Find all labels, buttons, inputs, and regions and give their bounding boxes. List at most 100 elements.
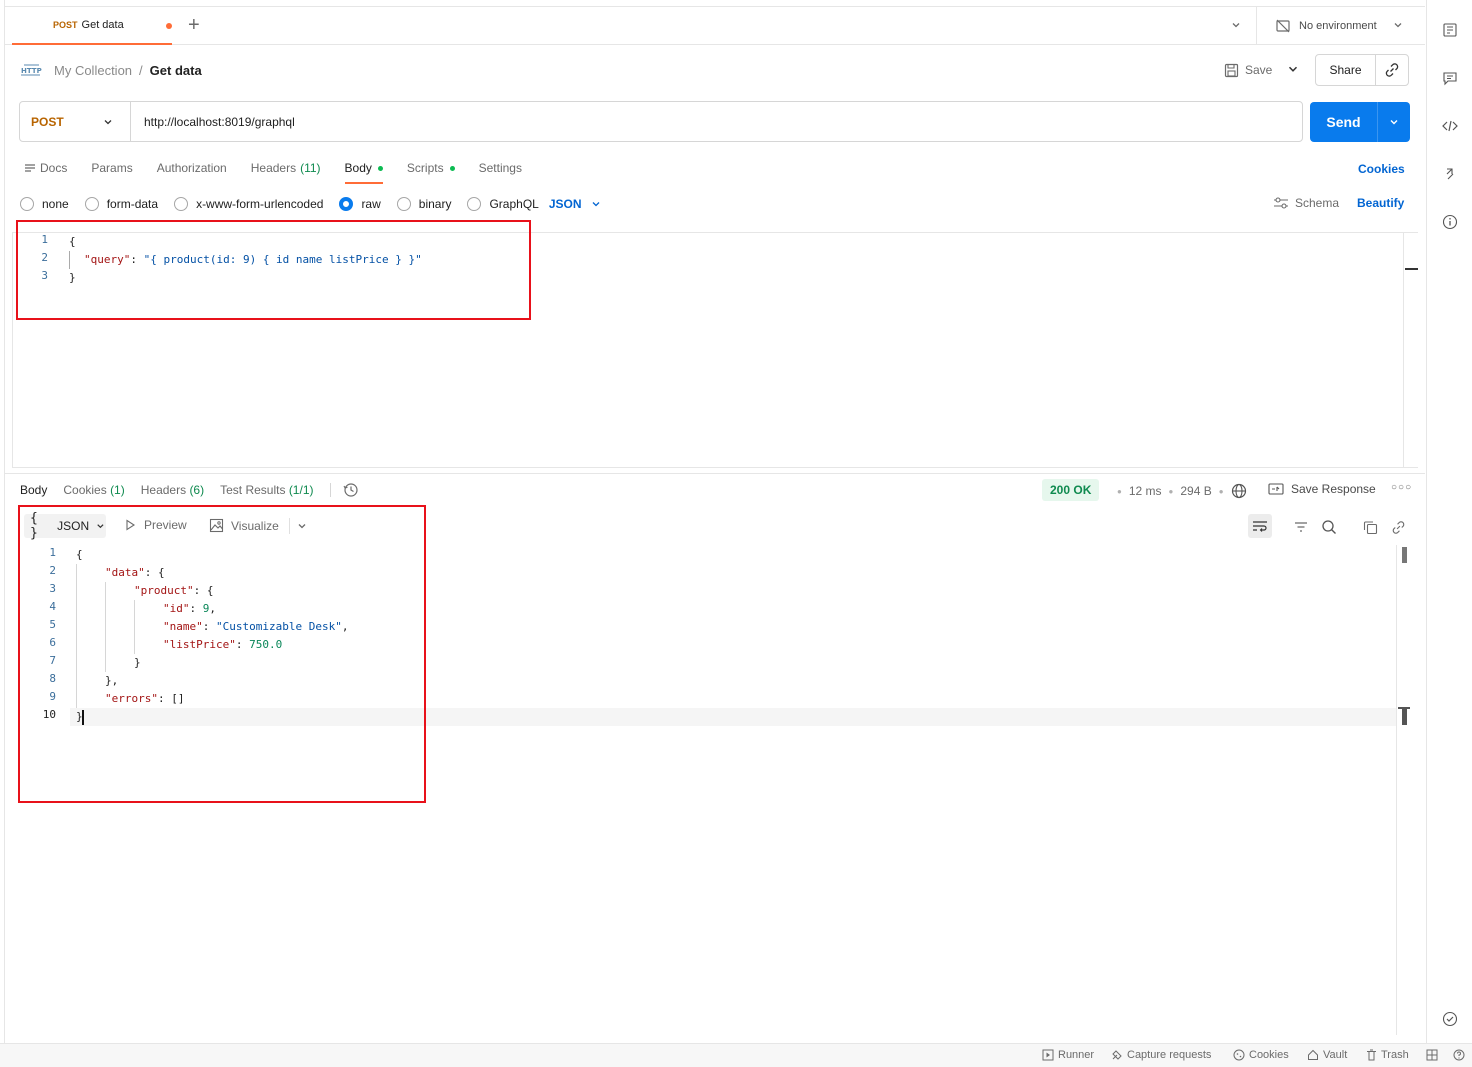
breadcrumb-collection[interactable]: My Collection	[54, 63, 132, 78]
new-tab-plus-icon[interactable]: +	[188, 15, 200, 35]
rs-comments-button[interactable]	[1440, 68, 1460, 88]
layout-icon	[1426, 1049, 1438, 1061]
send-button[interactable]: Send	[1310, 102, 1378, 142]
sliders-icon	[1274, 197, 1288, 209]
save-response-label: Save Response	[1291, 482, 1376, 496]
response-tabs: Body Cookies (1) Headers (6) Test Result…	[20, 482, 359, 498]
tab-authorization[interactable]: Authorization	[157, 156, 227, 180]
raw-format-chevron-down-icon	[592, 202, 599, 207]
save-label: Save	[1245, 63, 1273, 77]
runner-button[interactable]: Runner	[1042, 1049, 1094, 1061]
radio-binary-label: binary	[418, 197, 452, 211]
rs-info-button[interactable]	[1440, 212, 1460, 232]
history-icon[interactable]	[343, 482, 359, 498]
radio-urlencoded[interactable]: x-www-form-urlencoded	[174, 197, 323, 211]
scrollbar-marker	[1405, 268, 1418, 270]
layout-toggle-button[interactable]	[1426, 1049, 1442, 1061]
dot-separator: ●	[1218, 486, 1224, 496]
scrollbar-thumb[interactable]	[1402, 547, 1407, 563]
status-badge[interactable]: 200 OK	[1042, 479, 1100, 501]
copy-button[interactable]	[1359, 516, 1381, 538]
body-type-selector: none form-data x-www-form-urlencoded raw…	[20, 194, 602, 214]
copy-link-response-button[interactable]	[1387, 516, 1409, 538]
share-button[interactable]: Share	[1316, 55, 1376, 85]
bootcamp-icon	[1442, 1011, 1458, 1027]
tab-scripts[interactable]: Scripts	[407, 156, 455, 180]
separator	[329, 483, 331, 497]
cookies-link[interactable]: Cookies	[1358, 162, 1405, 176]
capture-requests-button[interactable]: Capture requests	[1111, 1049, 1211, 1061]
rs-documentation-button[interactable]	[1440, 20, 1460, 40]
radio-form-data[interactable]: form-data	[84, 197, 158, 211]
resp-tab-headers[interactable]: Headers (6)	[141, 483, 204, 497]
rs-bootcamp-button[interactable]	[1440, 1009, 1460, 1029]
resp-tab-cookies[interactable]: Cookies (1)	[63, 483, 124, 497]
status-bar: Runner Capture requests Cookies Vault Tr…	[0, 1043, 1472, 1067]
response-editor-scrollbar[interactable]	[1396, 545, 1410, 1035]
resp-tab-tests[interactable]: Test Results (1/1)	[220, 483, 313, 497]
save-button[interactable]: Save	[1224, 58, 1272, 82]
radio-form-data-circle	[84, 197, 99, 211]
radio-graphql[interactable]: GraphQL	[467, 197, 539, 211]
schema-button[interactable]: Schema	[1273, 196, 1339, 210]
tab-params[interactable]: Params	[91, 156, 132, 180]
http-request-icon: HTTP	[21, 64, 42, 76]
response-time[interactable]: 12 ms	[1129, 484, 1162, 498]
highlight-box-response	[18, 505, 426, 803]
radio-binary[interactable]: binary	[396, 197, 452, 211]
tab-name: Get data	[81, 19, 124, 31]
response-divider	[4, 473, 1425, 474]
code-icon	[1442, 120, 1458, 132]
breadcrumb-request-name[interactable]: Get data	[150, 63, 202, 78]
resp-tab-cookies-count: (1)	[110, 483, 125, 497]
trash-button[interactable]: Trash	[1366, 1049, 1409, 1061]
save-response-button[interactable]: Save Response	[1268, 482, 1376, 496]
send-options-button[interactable]	[1378, 102, 1410, 142]
wrap-lines-icon	[1253, 521, 1267, 532]
tabs-chevron-down-icon[interactable]	[1230, 19, 1242, 34]
radio-none[interactable]: none	[20, 197, 69, 211]
beautify-button[interactable]: Beautify	[1357, 196, 1404, 210]
save-response-icon	[1268, 483, 1284, 495]
copy-link-button[interactable]	[1376, 55, 1408, 85]
rs-code-button[interactable]	[1440, 116, 1460, 136]
right-sidebar	[1426, 0, 1472, 1043]
dot-separator: ●	[1117, 486, 1122, 496]
vault-button[interactable]: Vault	[1307, 1049, 1347, 1061]
radio-graphql-label: GraphQL	[489, 197, 539, 211]
save-chevron-down-icon[interactable]	[1286, 62, 1300, 76]
response-stats: ● 12 ms ● 294 B ●	[1110, 483, 1247, 499]
resp-tab-body[interactable]: Body	[20, 483, 47, 497]
request-tab-get-data[interactable]: POST Get data	[12, 7, 172, 45]
url-input[interactable]: http://localhost:8019/graphql	[131, 102, 1302, 141]
globe-icon[interactable]	[1231, 483, 1247, 499]
comment-icon	[1443, 72, 1457, 86]
raw-format-select[interactable]: JSON	[549, 197, 602, 211]
request-editor-scrollbar[interactable]	[1403, 232, 1418, 468]
resp-tab-headers-label: Headers	[140, 483, 187, 497]
tab-docs-label: Docs	[40, 161, 68, 175]
filter-icon	[1295, 522, 1307, 532]
help-button[interactable]	[1453, 1049, 1469, 1061]
tab-settings[interactable]: Settings	[479, 156, 522, 180]
request-tab-bar: POST Get data + No environment	[4, 7, 1425, 45]
save-icon	[1224, 63, 1239, 77]
dot-separator: ●	[1168, 486, 1174, 496]
tab-docs[interactable]: Docs	[24, 156, 67, 180]
more-options-icon[interactable]: ○○○	[1391, 482, 1412, 493]
status-cookies-button[interactable]: Cookies	[1233, 1049, 1289, 1061]
search-button[interactable]	[1318, 516, 1340, 538]
environment-selector[interactable]: No environment	[1256, 7, 1426, 45]
radio-binary-circle	[396, 197, 411, 211]
wrap-lines-button[interactable]	[1248, 514, 1272, 538]
highlight-box-request	[16, 220, 531, 320]
filter-button[interactable]	[1290, 516, 1312, 538]
method-select[interactable]: POST	[20, 102, 131, 141]
tab-headers[interactable]: Headers (11)	[251, 156, 321, 180]
response-size[interactable]: 294 B	[1180, 484, 1211, 498]
breadcrumb-separator: /	[139, 62, 143, 78]
rs-related-button[interactable]	[1440, 164, 1460, 184]
radio-raw[interactable]: raw	[339, 197, 381, 211]
info-icon	[1442, 214, 1458, 230]
tab-body[interactable]: Body	[344, 156, 384, 184]
